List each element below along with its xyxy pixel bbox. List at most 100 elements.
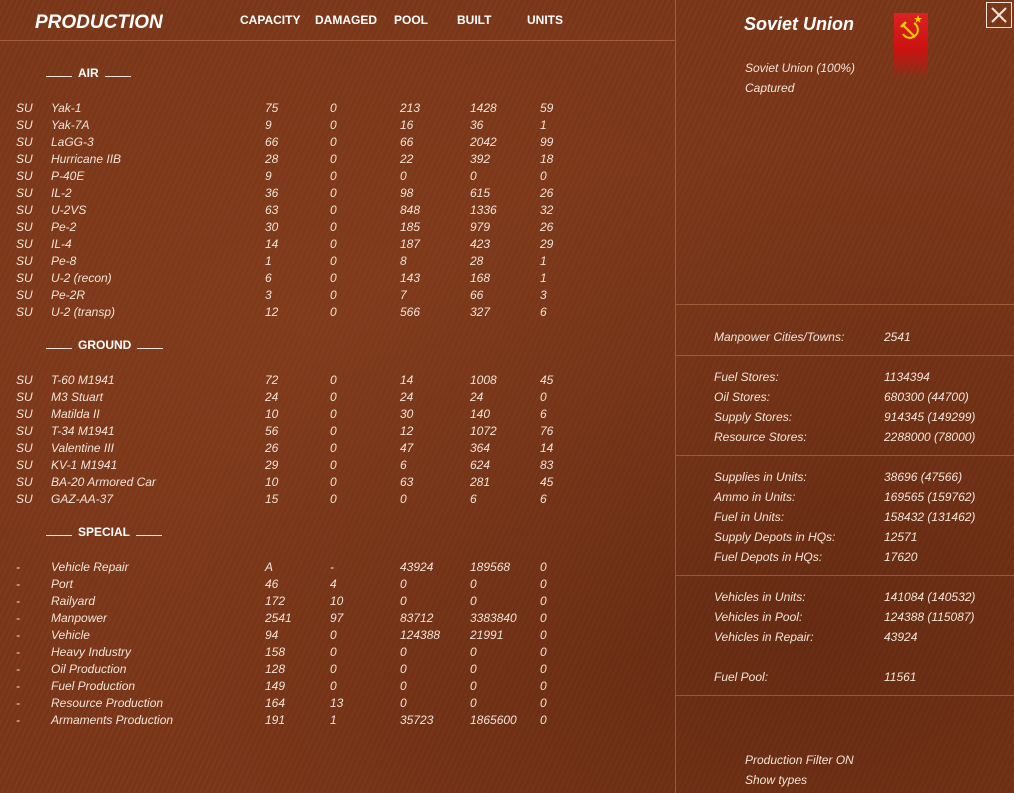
table-row[interactable]: SU T-60 M1941 72 0 14 1008 45 [0, 373, 675, 390]
table-row[interactable]: SU U-2 (transp) 12 0 566 327 6 [0, 305, 675, 322]
row-capacity: 75 [265, 101, 279, 115]
row-name: P-40E [51, 169, 85, 183]
stat-value: 17620 [884, 550, 918, 564]
row-damaged: 0 [330, 390, 337, 404]
table-row[interactable]: SU T-34 M1941 56 0 12 1072 76 [0, 424, 675, 441]
row-pool: 16 [400, 118, 414, 132]
row-capacity: 94 [265, 628, 279, 642]
row-side: SU [16, 458, 33, 472]
row-side: - [16, 594, 20, 608]
table-row[interactable]: - Manpower 2541 97 83712 3383840 0 [0, 611, 675, 628]
row-capacity: 14 [265, 237, 279, 251]
table-row[interactable]: - Vehicle 94 0 124388 21991 0 [0, 628, 675, 645]
table-row[interactable]: SU Yak-7A 9 0 16 36 1 [0, 118, 675, 135]
table-row[interactable]: - Armaments Production 191 1 35723 1865600 0 [0, 713, 675, 730]
row-capacity: 72 [265, 373, 279, 387]
section-air: AIR [40, 66, 137, 80]
table-row[interactable]: SU Pe-2 30 0 185 979 26 [0, 220, 675, 237]
row-built: 364 [470, 441, 491, 455]
table-row[interactable]: SU IL-2 36 0 98 615 26 [0, 186, 675, 203]
row-damaged: 4 [330, 577, 337, 591]
table-row[interactable]: SU M3 Stuart 24 0 24 24 0 [0, 390, 675, 407]
row-units: 0 [540, 628, 547, 642]
stat-row: Fuel Depots in HQs: 17620 [676, 550, 1014, 570]
table-row[interactable]: - Railyard 172 10 0 0 0 [0, 594, 675, 611]
row-side: SU [16, 492, 33, 506]
row-damaged: 0 [330, 441, 337, 455]
stat-row: Ammo in Units: 169565 (159762) [676, 490, 1014, 510]
table-row[interactable]: SU GAZ-AA-37 15 0 0 6 6 [0, 492, 675, 509]
show-types-toggle[interactable]: Show types [745, 773, 807, 787]
close-button[interactable] [986, 2, 1012, 28]
row-name: Pe-8 [51, 254, 77, 268]
table-row[interactable]: SU Yak-1 75 0 213 1428 59 [0, 101, 675, 118]
table-row[interactable]: SU U-2 (recon) 6 0 143 168 1 [0, 271, 675, 288]
table-row[interactable]: SU Hurricane IIB 28 0 22 392 18 [0, 152, 675, 169]
row-name: Fuel Production [51, 679, 136, 693]
column-header-capacity[interactable]: CAPACITY [240, 13, 300, 27]
row-units: 1 [540, 118, 547, 132]
row-capacity: 12 [265, 305, 279, 319]
row-units: 59 [540, 101, 554, 115]
production-filter-toggle[interactable]: Production Filter ON [745, 753, 854, 767]
section-ground: GROUND [40, 338, 169, 352]
row-built: 624 [470, 458, 491, 472]
table-row[interactable]: SU Matilda II 10 0 30 140 6 [0, 407, 675, 424]
row-damaged: 0 [330, 458, 337, 472]
table-row[interactable]: SU U-2VS 63 0 848 1336 32 [0, 203, 675, 220]
row-built: 0 [470, 679, 477, 693]
row-pool: 185 [400, 220, 421, 234]
row-built: 1336 [470, 203, 497, 217]
table-row[interactable]: - Oil Production 128 0 0 0 0 [0, 662, 675, 679]
column-header-damaged[interactable]: DAMAGED [315, 13, 377, 27]
nation-captured[interactable]: Captured [745, 81, 794, 95]
row-side: SU [16, 271, 33, 285]
row-units: 26 [540, 220, 554, 234]
row-units: 0 [540, 696, 547, 710]
close-icon [991, 7, 1007, 23]
row-name: T-60 M1941 [51, 373, 115, 387]
row-side: SU [16, 135, 33, 149]
table-row[interactable]: SU LaGG-3 66 0 66 2042 99 [0, 135, 675, 152]
row-damaged: 0 [330, 645, 337, 659]
row-capacity: 9 [265, 169, 272, 183]
table-row[interactable]: - Port 46 4 0 0 0 [0, 577, 675, 594]
row-built: 0 [470, 662, 477, 676]
stat-label: Fuel Stores: [714, 370, 779, 384]
row-pool: 566 [400, 305, 421, 319]
row-name: KV-1 M1941 [51, 458, 118, 472]
table-row[interactable]: SU KV-1 M1941 29 0 6 624 83 [0, 458, 675, 475]
table-row[interactable]: SU Pe-8 1 0 8 28 1 [0, 254, 675, 271]
table-row[interactable]: - Heavy Industry 158 0 0 0 0 [0, 645, 675, 662]
column-header-units[interactable]: UNITS [527, 13, 563, 27]
row-units: 45 [540, 373, 554, 387]
row-built: 1428 [470, 101, 497, 115]
table-row[interactable]: - Fuel Production 149 0 0 0 0 [0, 679, 675, 696]
stats-divider-1 [676, 304, 1014, 305]
stat-row: Supply Stores: 914345 (149299) [676, 410, 1014, 430]
row-pool: 30 [400, 407, 414, 421]
soviet-flag [894, 13, 928, 79]
row-units: 76 [540, 424, 554, 438]
table-row[interactable]: - Resource Production 164 13 0 0 0 [0, 696, 675, 713]
stat-value: 169565 (159762) [884, 490, 976, 504]
row-pool: 124388 [400, 628, 441, 642]
row-name: Resource Production [51, 696, 164, 710]
table-row[interactable]: SU P-40E 9 0 0 0 0 [0, 169, 675, 186]
table-row[interactable]: SU IL-4 14 0 187 423 29 [0, 237, 675, 254]
column-header-pool[interactable]: POOL [394, 13, 428, 27]
stat-row: Supply Depots in HQs: 12571 [676, 530, 1014, 550]
table-row[interactable]: SU BA-20 Armored Car 10 0 63 281 45 [0, 475, 675, 492]
row-side: - [16, 560, 20, 574]
row-units: 83 [540, 458, 554, 472]
stat-row: Manpower Cities/Towns: 2541 [676, 330, 1014, 350]
table-row[interactable]: SU Valentine III 26 0 47 364 14 [0, 441, 675, 458]
table-row[interactable]: SU Pe-2R 3 0 7 66 3 [0, 288, 675, 305]
row-built: 1865600 [470, 713, 517, 727]
table-row[interactable]: - Vehicle Repair A - 43924 189568 0 [0, 560, 675, 577]
row-damaged: 10 [330, 594, 344, 608]
column-header-built[interactable]: BUILT [457, 13, 491, 27]
stat-value: 124388 (115087) [884, 610, 975, 624]
row-units: 29 [540, 237, 554, 251]
row-name: Port [51, 577, 74, 591]
